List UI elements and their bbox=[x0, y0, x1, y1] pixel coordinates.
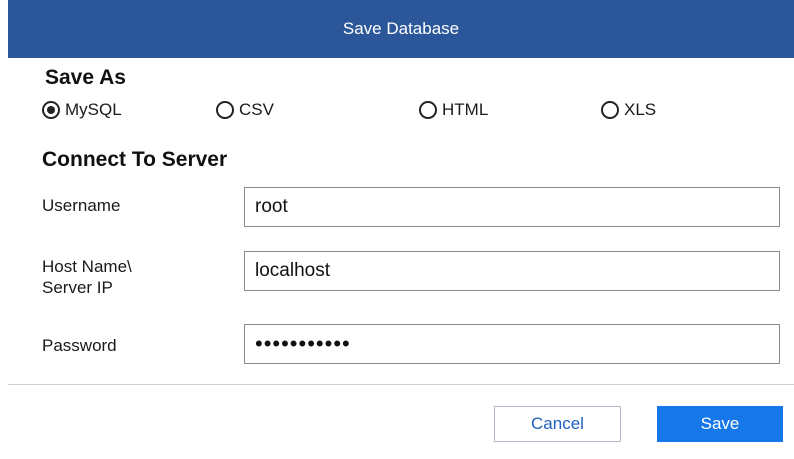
save-as-heading: Save As bbox=[45, 66, 126, 89]
host-label-line2: Server IP bbox=[42, 278, 113, 297]
save-button[interactable]: Save bbox=[657, 406, 783, 442]
username-label: Username bbox=[42, 196, 121, 215]
footer-divider bbox=[8, 384, 794, 385]
radio-csv[interactable]: CSV bbox=[216, 100, 274, 120]
radio-html[interactable]: HTML bbox=[419, 100, 488, 120]
dialog-titlebar: Save Database bbox=[8, 0, 794, 58]
format-radio-group: MySQL CSV HTML XLS bbox=[42, 100, 742, 128]
radio-mysql[interactable]: MySQL bbox=[42, 100, 122, 120]
password-field[interactable]: ••••••••••• bbox=[244, 324, 780, 364]
host-label-line1: Host Name\ bbox=[42, 257, 132, 276]
username-field[interactable]: root bbox=[244, 187, 780, 227]
radio-unselected-icon bbox=[601, 101, 619, 119]
radio-label: HTML bbox=[442, 100, 489, 119]
radio-unselected-icon bbox=[216, 101, 234, 119]
radio-unselected-icon bbox=[419, 101, 437, 119]
radio-label: MySQL bbox=[65, 100, 122, 119]
dialog-title: Save Database bbox=[342, 19, 460, 38]
radio-selected-icon bbox=[42, 101, 60, 119]
host-field[interactable]: localhost bbox=[244, 251, 780, 291]
radio-label: CSV bbox=[239, 100, 274, 119]
connect-heading: Connect To Server bbox=[42, 148, 228, 171]
cancel-button[interactable]: Cancel bbox=[494, 406, 621, 442]
password-label: Password bbox=[42, 336, 117, 355]
radio-label: XLS bbox=[624, 100, 657, 119]
radio-xls[interactable]: XLS bbox=[601, 100, 656, 120]
